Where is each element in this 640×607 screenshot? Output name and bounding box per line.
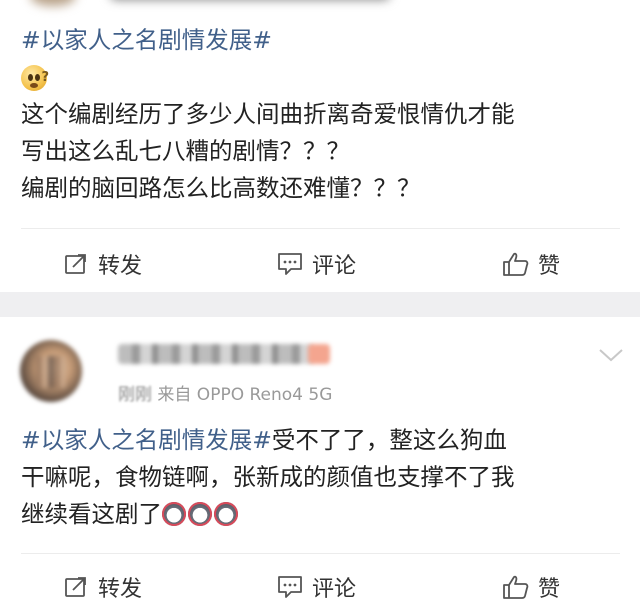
thinking-face-icon: ? xyxy=(21,64,49,91)
comment-label: 评论 xyxy=(312,254,357,279)
post-line-3: 编剧的脑回路怎么比高数还难懂？？？ xyxy=(21,174,421,202)
post-source: 来自 OPPO Reno4 5G xyxy=(157,385,333,405)
post-line-1: 这个编剧经历了多少人间曲折离奇爱恨情仇才能 xyxy=(21,100,515,128)
repost-button[interactable]: 转发 xyxy=(64,567,142,607)
like-label: 赞 xyxy=(538,254,561,279)
comment-icon xyxy=(278,253,302,275)
repost-label: 转发 xyxy=(98,577,143,602)
weibo-post-1: #以家人之名剧情发展# ? 这个编剧经历了多少人间曲折离奇爱恨情仇才能 写出这么… xyxy=(0,0,640,292)
like-label: 赞 xyxy=(538,577,561,602)
post-line-3: 继续看这剧了 xyxy=(21,500,162,528)
action-bar: 转发 评论 赞 xyxy=(0,567,640,607)
comment-label: 评论 xyxy=(312,577,357,602)
post-text: #以家人之名剧情发展# ? 这个编剧经历了多少人间曲折离奇爱恨情仇才能 写出这么… xyxy=(21,22,620,207)
post-meta: 刚刚 来自 OPPO Reno4 5G xyxy=(118,380,332,405)
hashtag-link[interactable]: #以家人之名剧情发展# xyxy=(21,426,272,454)
username-blurred[interactable] xyxy=(118,342,330,368)
avatar xyxy=(30,0,76,6)
thumbs-up-icon xyxy=(503,575,529,599)
hashtag-link[interactable]: #以家人之名剧情发展# xyxy=(21,26,272,54)
post-line-2: 干嘛呢，食物链啊，张新成的颜值也支撑不了我 xyxy=(21,463,515,491)
divider xyxy=(21,228,620,229)
repost-label: 转发 xyxy=(98,254,143,279)
repost-icon xyxy=(65,254,86,274)
emoji-icon xyxy=(162,501,186,526)
avatar[interactable] xyxy=(20,340,82,402)
comment-button[interactable]: 评论 xyxy=(276,244,356,284)
chevron-down-icon[interactable] xyxy=(598,347,624,363)
like-button[interactable]: 赞 xyxy=(502,567,560,607)
post-time: 刚刚 xyxy=(118,385,152,405)
repost-button[interactable]: 转发 xyxy=(64,244,142,284)
emoji-icon xyxy=(188,501,212,526)
post-text: #以家人之名剧情发展#受不了了，整这么狗血 干嘛呢，食物链啊，张新成的颜值也支撑… xyxy=(21,422,620,533)
thumbs-up-icon xyxy=(503,252,529,276)
repost-icon xyxy=(65,577,86,597)
post-line-1: 受不了了，整这么狗血 xyxy=(271,426,507,454)
post-separator xyxy=(0,292,640,317)
action-bar: 转发 评论 赞 xyxy=(0,244,640,284)
like-button[interactable]: 赞 xyxy=(502,244,560,284)
comment-icon xyxy=(278,576,302,598)
emoji-icon xyxy=(214,501,238,526)
divider xyxy=(21,553,620,554)
comment-button[interactable]: 评论 xyxy=(276,567,356,607)
post-line-2: 写出这么乱七八糟的剧情？？？ xyxy=(21,137,350,165)
cut-off-post-header xyxy=(30,0,410,10)
